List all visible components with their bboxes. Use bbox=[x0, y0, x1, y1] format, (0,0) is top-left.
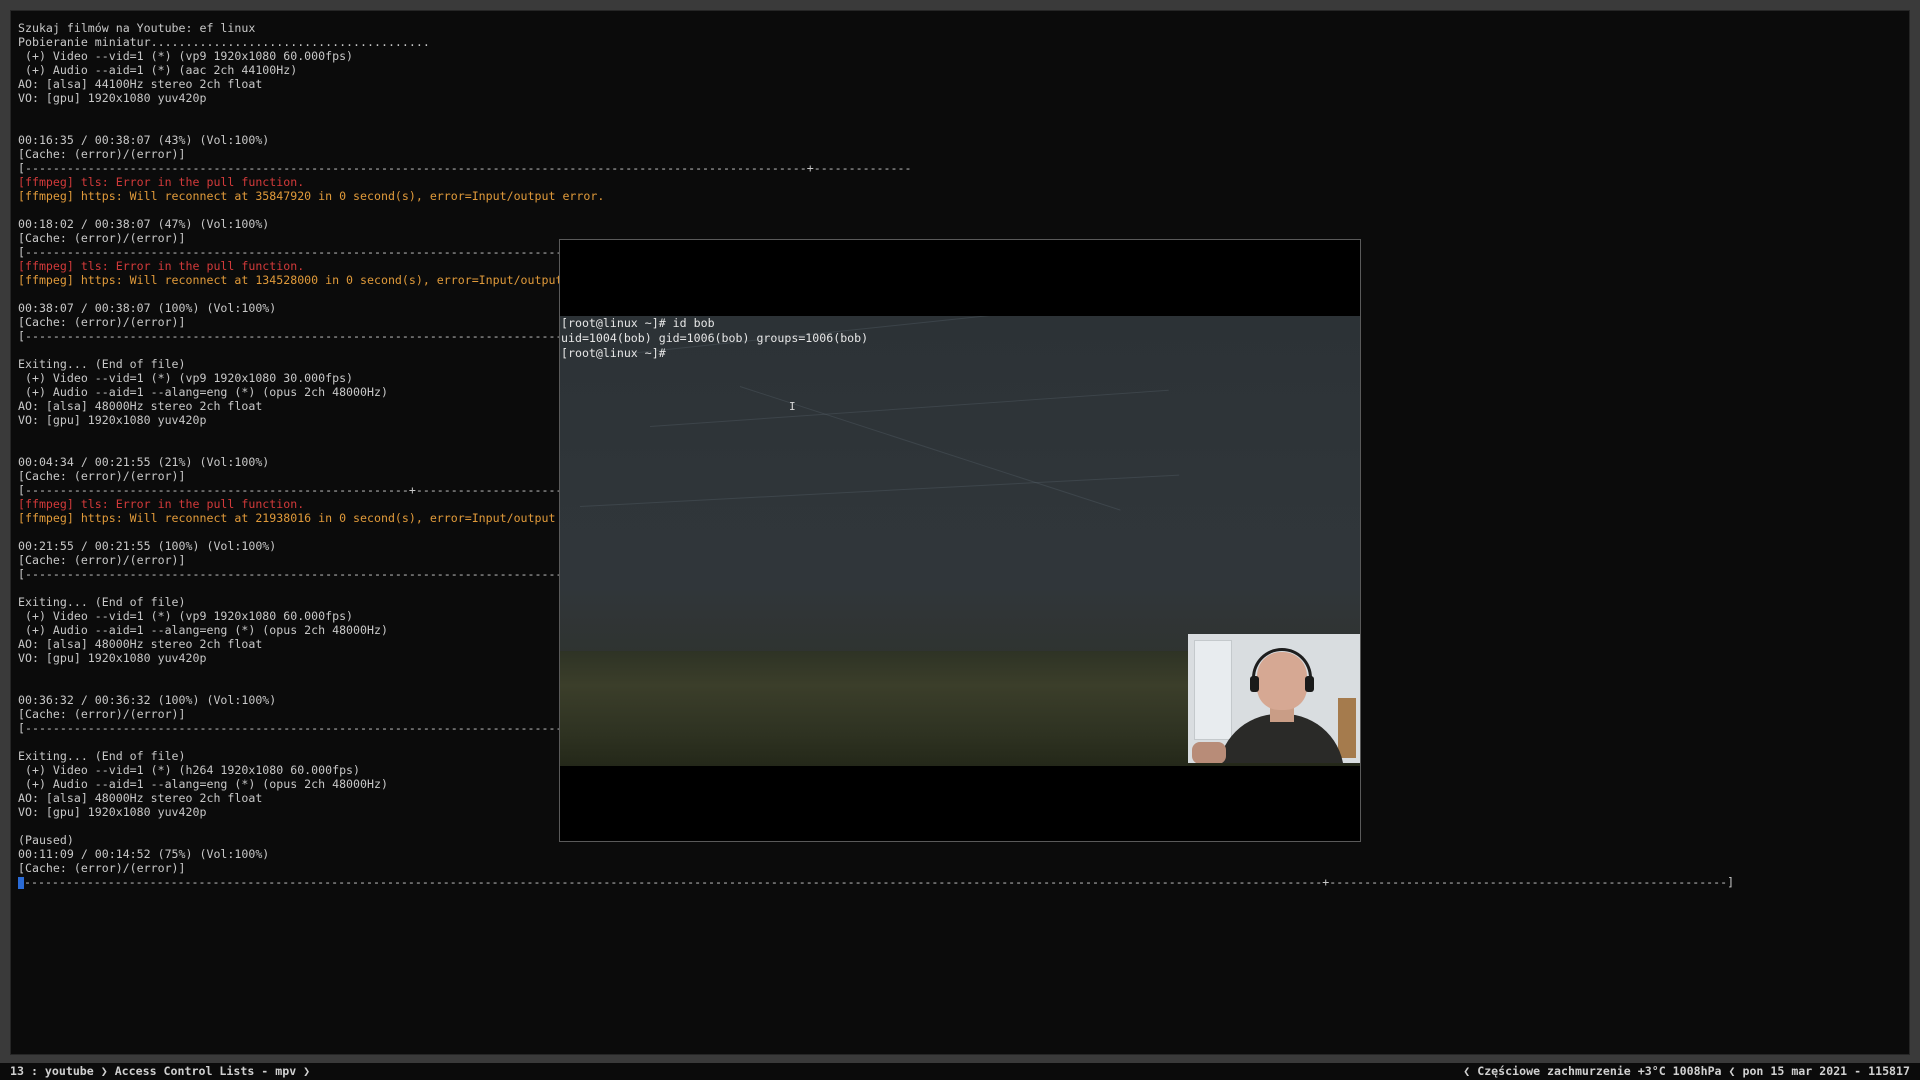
webcam-door bbox=[1194, 640, 1232, 740]
error-line: [ffmpeg] tls: Error in the pull function… bbox=[18, 175, 305, 189]
terminal-line: 00:18:02 / 00:38:07 (47%) (Vol:100%) bbox=[18, 217, 270, 231]
video-frame[interactable] bbox=[560, 316, 1360, 766]
desktop: Szukaj filmów na Youtube: ef linux Pobier… bbox=[0, 0, 1920, 1080]
sky-streak bbox=[649, 389, 1169, 427]
video-terminal-text: [root@linux ~]# id bob uid=1004(bob) gid=… bbox=[561, 316, 1121, 361]
progress-bar-line: ----------------------------------------… bbox=[18, 875, 1908, 889]
video-terminal-line: uid=1004(bob) gid=1006(bob) groups=1006(… bbox=[561, 331, 869, 345]
terminal-line: AO: [alsa] 44100Hz stereo 2ch float bbox=[18, 77, 263, 91]
text-cursor-icon: I bbox=[789, 400, 796, 413]
terminal-line: VO: [gpu] 1920x1080 yuv420p bbox=[18, 91, 207, 105]
terminal-line: [---------------------------------------… bbox=[18, 161, 912, 175]
terminal-line: 00:16:35 / 00:38:07 (43%) (Vol:100%) bbox=[18, 133, 270, 147]
webcam-person-hand bbox=[1192, 742, 1226, 763]
terminal-line: (+) Audio --aid=1 (*) (aac 2ch 44100Hz) bbox=[18, 63, 298, 77]
video-terminal-line: [root@linux ~]# id bob bbox=[561, 316, 715, 330]
video-terminal-line: [root@linux ~]# bbox=[561, 346, 666, 360]
status-bar-window-title[interactable]: 13 : youtube ❯ Access Control Lists - mp… bbox=[10, 1063, 310, 1080]
terminal-line: Szukaj filmów na Youtube: ef linux bbox=[18, 21, 256, 35]
headset-earcup-right bbox=[1305, 676, 1314, 692]
sky-streak bbox=[579, 474, 1180, 507]
terminal-line: [Cache: (error)/(error)] bbox=[18, 861, 186, 875]
terminal-line: [Cache: (error)/(error)] bbox=[18, 147, 186, 161]
headset-icon bbox=[1252, 648, 1312, 688]
mpv-video-window[interactable]: [root@linux ~]# id bob uid=1004(bob) gid=… bbox=[559, 239, 1361, 842]
status-bar-info: ❮ Częściowe zachmurzenie +3°C 1008hPa ❮ … bbox=[1463, 1064, 1910, 1078]
progress-bar-text: ----------------------------------------… bbox=[24, 875, 1735, 889]
webcam-overlay bbox=[1188, 634, 1360, 763]
terminal-line: 00:11:09 / 00:14:52 (75%) (Vol:100%) bbox=[18, 847, 270, 861]
warning-line: [ffmpeg] https: Will reconnect at 358479… bbox=[18, 189, 605, 203]
webcam-chair bbox=[1338, 698, 1356, 758]
terminal-line: Pobieranie miniatur.....................… bbox=[18, 35, 430, 49]
headset-earcup-left bbox=[1250, 676, 1259, 692]
sky-streak bbox=[739, 386, 1121, 511]
terminal-line: (+) Video --vid=1 (*) (vp9 1920x1080 60.… bbox=[18, 49, 354, 63]
status-bar: 13 : youtube ❯ Access Control Lists - mp… bbox=[0, 1063, 1920, 1080]
